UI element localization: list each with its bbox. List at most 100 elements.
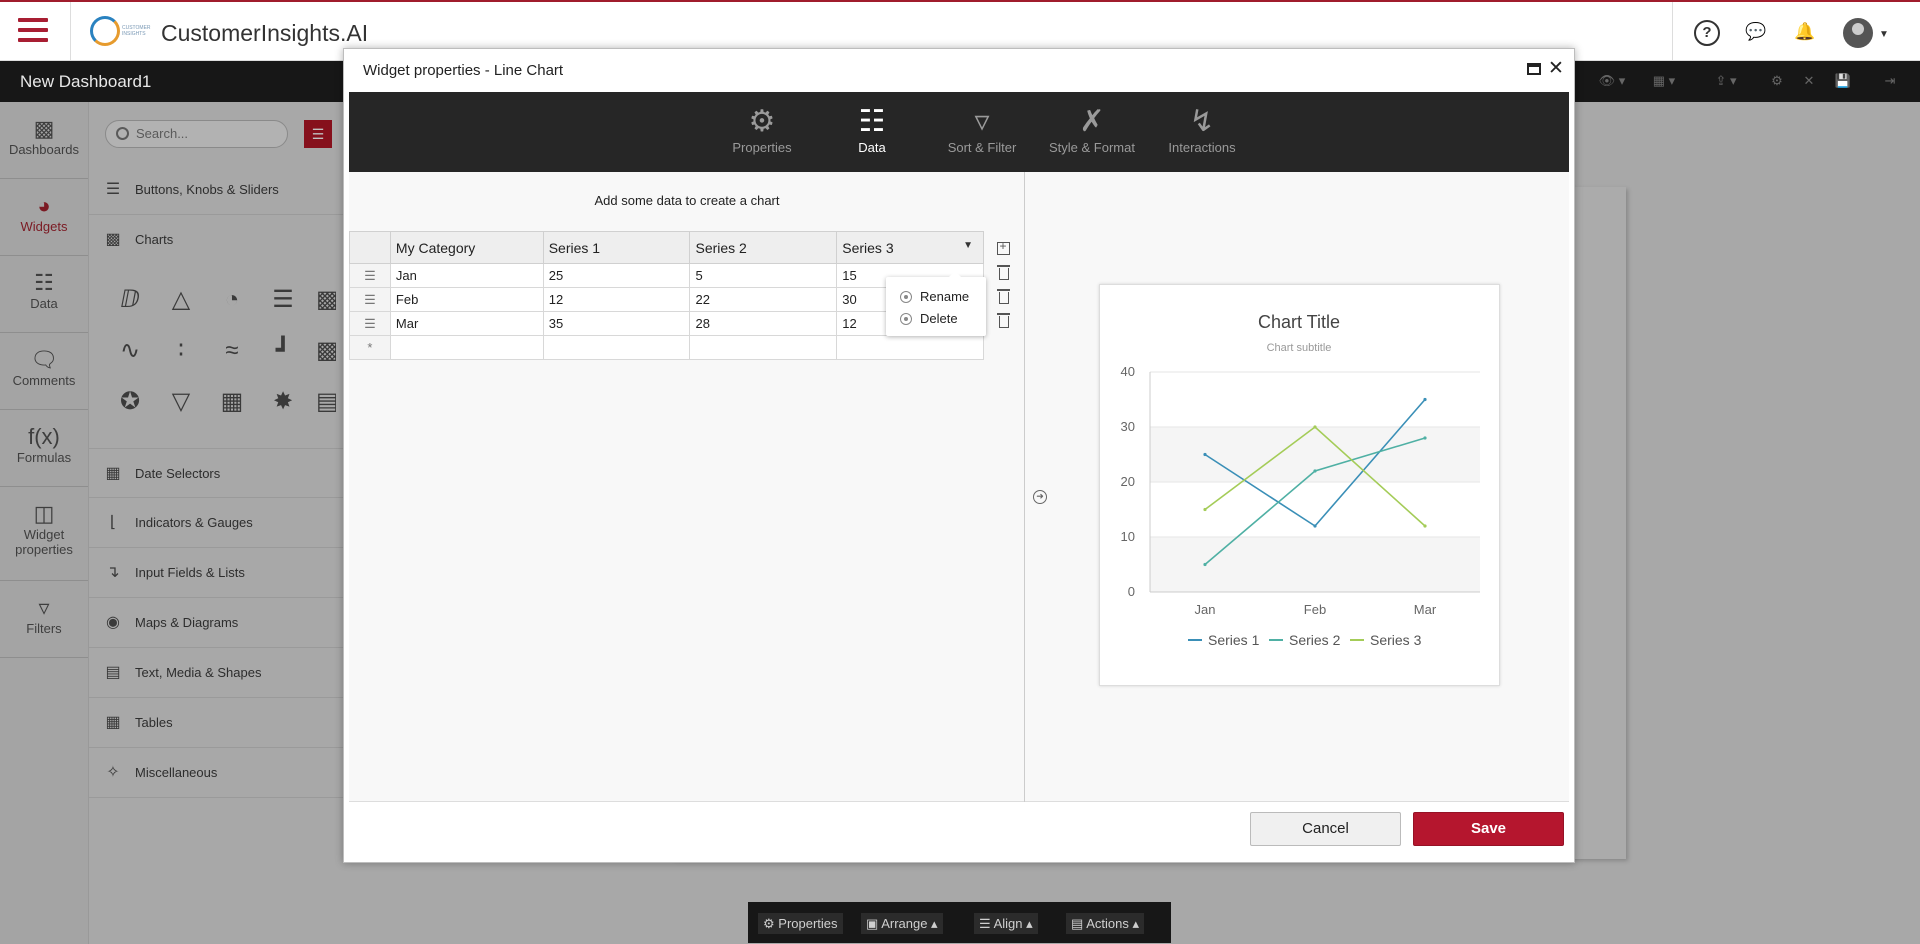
cell[interactable]: 25: [542, 263, 691, 288]
tab-data[interactable]: ☷ Data: [817, 102, 927, 155]
avatar[interactable]: [1843, 18, 1873, 48]
sidebar-item-widget-properties[interactable]: ◫ Widget properties: [0, 487, 88, 581]
pie-chart-icon[interactable]: ◔: [214, 282, 250, 318]
category-label: Indicators & Gauges: [135, 515, 253, 530]
scatter-chart-icon[interactable]: ∶: [163, 333, 199, 369]
maximize-icon[interactable]: [1527, 63, 1541, 75]
column-header[interactable]: My Category: [389, 231, 544, 264]
arrange-button[interactable]: ▣ Arrange ▴: [861, 913, 943, 934]
trash-icon: [996, 265, 1010, 280]
tab-label: Data: [858, 140, 886, 155]
sidebar-item-widgets[interactable]: ◕ Widgets: [0, 179, 88, 256]
x-tick-label: Mar: [1414, 602, 1437, 617]
column-header-series3[interactable]: Series 3 ▼: [836, 231, 985, 264]
export-icon[interactable]: ⇪ ▾: [1707, 70, 1745, 92]
category-indicators-gauges[interactable]: ⌊ Indicators & Gauges: [89, 498, 346, 548]
delete-row-button[interactable]: [983, 263, 1024, 288]
bar-chart-icon[interactable]: ☰: [265, 282, 301, 318]
grid-icon[interactable]: ▦ ▾: [1645, 70, 1683, 92]
tab-sort-filter[interactable]: ▿ Sort & Filter: [927, 102, 1037, 155]
drag-handle-icon[interactable]: ☰: [349, 263, 391, 288]
help-icon[interactable]: ?: [1694, 20, 1720, 46]
bottom-toolbar: ⚙ Properties ▣ Arrange ▴ ☰ Align ▴ ▤ Act…: [748, 902, 1171, 943]
cell[interactable]: 5: [689, 263, 838, 288]
drag-handle-icon[interactable]: ☰: [349, 311, 391, 336]
column-chart-icon[interactable]: ▩: [316, 282, 336, 318]
category-input-fields-lists[interactable]: ↴ Input Fields & Lists: [89, 548, 346, 598]
cancel-button[interactable]: Cancel: [1250, 812, 1401, 846]
chat-icon[interactable]: 💬: [1743, 20, 1769, 46]
column-header[interactable]: Series 1: [542, 231, 691, 264]
category-text-media-shapes[interactable]: ▤ Text, Media & Shapes: [89, 648, 346, 698]
tab-interactions[interactable]: ↯ Interactions: [1147, 102, 1257, 155]
area-chart-icon[interactable]: △: [163, 282, 199, 318]
sidebar-item-comments[interactable]: 🗨 Comments: [0, 333, 88, 410]
close-icon[interactable]: ✕: [1548, 57, 1564, 80]
exit-icon[interactable]: ⇥: [1880, 70, 1900, 92]
radar-chart-icon[interactable]: ✪: [112, 384, 148, 420]
step-chart-icon[interactable]: ┛: [265, 333, 301, 369]
category-buttons-knobs-sliders[interactable]: ☰ Buttons, Knobs & Sliders: [89, 165, 346, 215]
align-button[interactable]: ☰ Align ▴: [974, 913, 1038, 934]
dialog-footer: Cancel Save: [349, 802, 1569, 860]
spline-chart-icon[interactable]: ≈: [214, 333, 250, 369]
legend-label: Series 2: [1289, 632, 1341, 648]
cell[interactable]: 22: [689, 287, 838, 312]
line-chart-icon[interactable]: ∿: [112, 333, 148, 369]
category-date-selectors[interactable]: ▦ Date Selectors: [89, 448, 346, 498]
category-tables[interactable]: ▦ Tables: [89, 698, 346, 748]
category-miscellaneous[interactable]: ✧ Miscellaneous: [89, 748, 346, 798]
sidebar-item-data[interactable]: ☷ Data: [0, 256, 88, 333]
menu-item-delete[interactable]: Delete: [900, 309, 958, 329]
cell[interactable]: [836, 335, 985, 360]
delete-row-button[interactable]: [983, 311, 1024, 336]
cell[interactable]: 35: [542, 311, 691, 336]
column-header[interactable]: Series 2: [689, 231, 838, 264]
cell[interactable]: Mar: [389, 311, 544, 336]
cell[interactable]: 28: [689, 311, 838, 336]
add-column-icon: [997, 239, 1010, 256]
candlestick-chart-icon[interactable]: ⅅ: [112, 282, 148, 318]
sidebar-item-formulas[interactable]: f(x) Formulas: [0, 410, 88, 487]
category-charts[interactable]: ▩ Charts: [89, 215, 346, 265]
sidebar-item-filters[interactable]: ▿ Filters: [0, 581, 88, 658]
sidebar-item-dashboards[interactable]: ▩ Dashboards: [0, 102, 88, 179]
button-label: Properties: [778, 916, 838, 931]
cell[interactable]: [542, 335, 691, 360]
hamburger-menu-icon[interactable]: [18, 18, 48, 42]
category-label: Date Selectors: [135, 466, 221, 481]
y-tick-label: 0: [1128, 584, 1135, 599]
gear-icon[interactable]: ⚙: [1767, 70, 1787, 92]
cell[interactable]: [689, 335, 838, 360]
treemap-chart-icon[interactable]: ▦: [214, 384, 250, 420]
bell-icon[interactable]: 🔔: [1792, 20, 1818, 46]
chevron-down-icon[interactable]: ▼: [1879, 29, 1889, 40]
funnel-chart-icon[interactable]: ▽: [163, 384, 199, 420]
add-column-button[interactable]: [983, 231, 1024, 264]
cell[interactable]: [389, 335, 544, 360]
properties-button[interactable]: ⚙ Properties: [758, 913, 843, 934]
tab-properties[interactable]: ⚙ Properties: [707, 102, 817, 155]
list-view-button[interactable]: ☰: [304, 120, 332, 148]
drag-handle-icon[interactable]: ☰: [349, 287, 391, 312]
network-chart-icon[interactable]: ✸: [265, 384, 301, 420]
combo-chart-icon[interactable]: ▩: [316, 333, 336, 369]
dashboard-name[interactable]: New Dashboard1: [20, 72, 151, 92]
delete-row-button[interactable]: [983, 287, 1024, 312]
cell[interactable]: Feb: [389, 287, 544, 312]
visibility-icon[interactable]: 👁 ▾: [1593, 70, 1631, 92]
actions-button[interactable]: ▤ Actions ▴: [1066, 913, 1144, 934]
menu-item-rename[interactable]: Rename: [900, 287, 969, 307]
category-maps-diagrams[interactable]: ◉ Maps & Diagrams: [89, 598, 346, 648]
gantt-chart-icon[interactable]: ▤: [316, 384, 336, 420]
arrow-right-circle-icon[interactable]: ➜: [1033, 490, 1047, 504]
search-input[interactable]: Search...: [105, 120, 288, 148]
cell[interactable]: Jan: [389, 263, 544, 288]
cell[interactable]: 12: [542, 287, 691, 312]
save-icon[interactable]: 💾: [1833, 70, 1853, 92]
tab-style-format[interactable]: ✗ Style & Format: [1037, 102, 1147, 155]
save-button[interactable]: Save: [1413, 812, 1564, 846]
column-menu-caret-icon[interactable]: ▼: [963, 240, 973, 251]
gears-icon: ⚙: [748, 105, 776, 138]
close-icon[interactable]: ✕: [1799, 70, 1819, 92]
